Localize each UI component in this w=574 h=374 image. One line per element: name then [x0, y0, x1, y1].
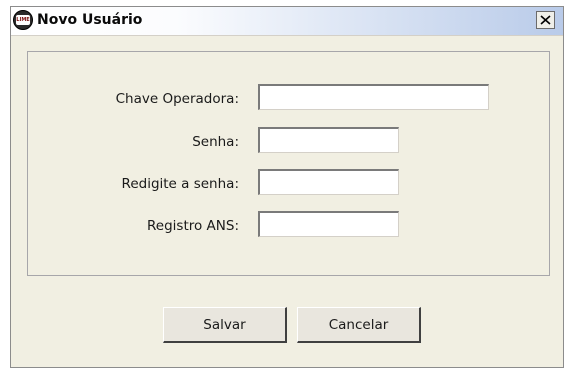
save-button[interactable]: Salvar [163, 307, 287, 343]
confirm-password-label: Redigite a senha: [121, 176, 239, 192]
new-user-dialog: LIME Novo Usuário Chave Operadora: Senha… [10, 6, 564, 368]
password-label: Senha: [192, 134, 239, 150]
close-icon [540, 15, 551, 25]
form-group-box: Chave Operadora: Senha: Redigite a senha… [27, 51, 550, 276]
confirm-password-input[interactable] [258, 169, 399, 195]
cancel-button[interactable]: Cancelar [297, 307, 421, 343]
operator-key-label: Chave Operadora: [115, 91, 239, 107]
close-button[interactable] [536, 11, 555, 29]
app-logo-text: LIME [16, 15, 30, 25]
app-logo-icon: LIME [13, 10, 33, 30]
ans-registry-input[interactable] [258, 211, 399, 237]
window-title: Novo Usuário [37, 12, 143, 28]
ans-registry-label: Registro ANS: [147, 218, 239, 234]
password-input[interactable] [258, 127, 399, 153]
operator-key-input[interactable] [258, 84, 489, 110]
title-bar[interactable]: LIME Novo Usuário [11, 7, 563, 36]
